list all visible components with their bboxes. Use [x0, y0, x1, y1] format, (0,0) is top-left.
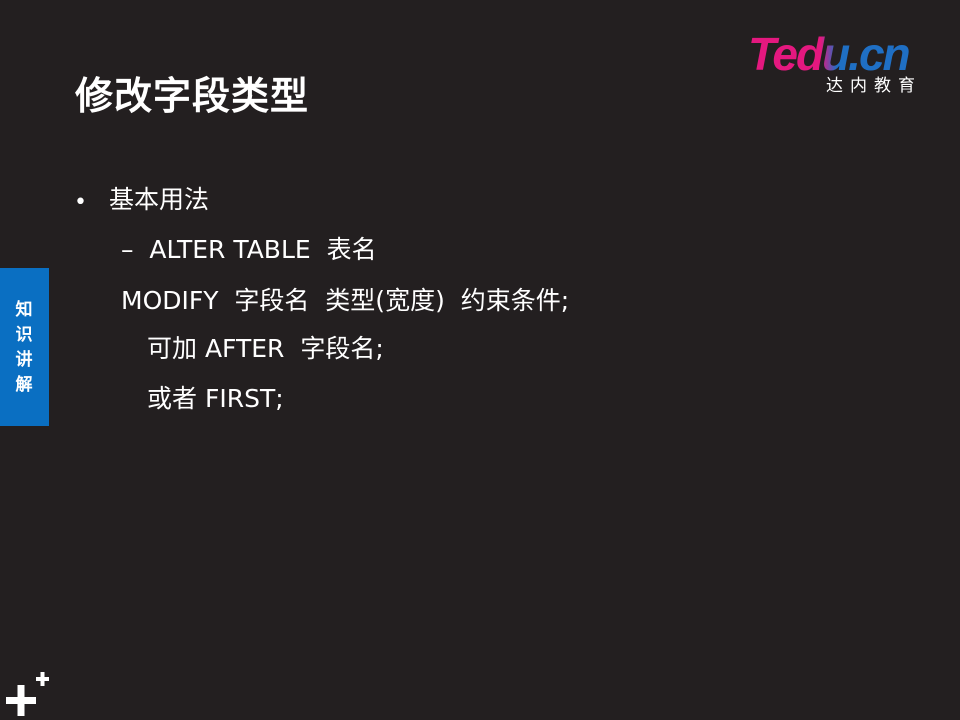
side-tab: 知识讲解 — [0, 268, 49, 426]
bullet-level2-marker: – — [121, 235, 134, 264]
bullet-marker: • — [74, 190, 87, 215]
syntax-line-first: 或者 FIRST; — [147, 384, 284, 413]
syntax-line-modify: MODIFY 字段名 类型(宽度) 约束条件; — [121, 286, 570, 315]
logo-subtitle: 达内教育 — [826, 76, 922, 96]
side-tab-label: 知识讲解 — [15, 300, 33, 395]
svg-text:Tedu.cn: Tedu.cn — [748, 28, 910, 80]
bullet-level1-text: 基本用法 — [109, 185, 210, 214]
bullet-level2: – ALTER TABLE 表名 — [121, 232, 377, 268]
bullet-level2-text: ALTER TABLE 表名 — [149, 235, 377, 264]
slide-title: 修改字段类型 — [75, 74, 310, 118]
plus-cluster-icon — [6, 672, 49, 716]
slide: 修改字段类型 Tedu.cn 达内教育 知识讲解 • 基本用法 – ALTER … — [0, 0, 960, 720]
syntax-line-after: 可加 AFTER 字段名; — [147, 334, 384, 363]
